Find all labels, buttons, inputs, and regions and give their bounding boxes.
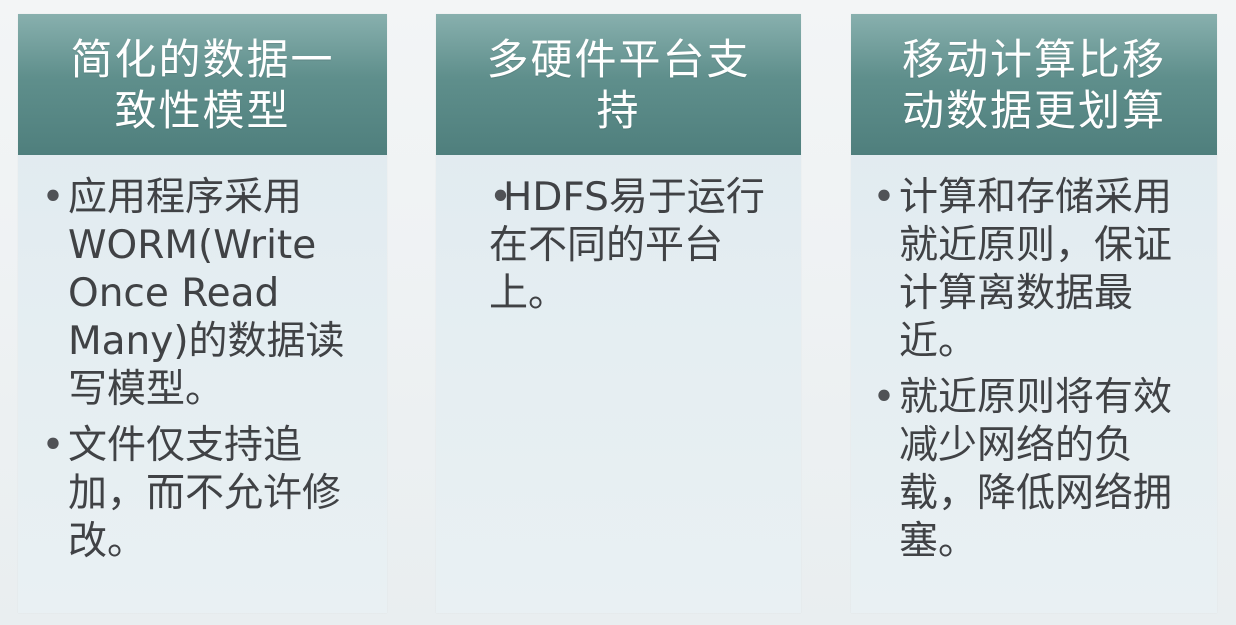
bullet-list: • 应用程序采用WORM(Write Once Read Many)的数据读写模…	[38, 174, 365, 574]
bullet-item: •HDFS易于运行在不同的平台上。	[489, 174, 781, 318]
feature-card-hardware-support: 多硬件平台支持 •HDFS易于运行在不同的平台上。	[436, 14, 801, 613]
card-header: 移动计算比移动数据更划算	[851, 14, 1217, 155]
bullet-item: • 文件仅支持追加，而不允许修改。	[38, 422, 365, 566]
bullet-dot-icon: •	[489, 175, 513, 220]
card-title: 简化的数据一致性模型	[70, 34, 335, 135]
card-title: 移动计算比移动数据更划算	[901, 34, 1166, 135]
bullet-text: 文件仅支持追加，而不允许修改。	[68, 423, 342, 564]
bullet-item: • 计算和存储采用就近原则，保证计算离数据最近。	[869, 174, 1199, 366]
bullet-text: 应用程序采用WORM(Write Once Read Many)的数据读写模型。	[68, 175, 345, 412]
bullet-text: 就近原则将有效减少网络的负载，降低网络拥塞。	[899, 375, 1173, 564]
card-header: 多硬件平台支持	[436, 14, 801, 155]
bullet-dot-icon: •	[872, 375, 896, 420]
bullet-text: 计算和存储采用就近原则，保证计算离数据最近。	[899, 175, 1173, 364]
card-title: 多硬件平台支持	[486, 34, 751, 135]
bullet-item: • 就近原则将有效减少网络的负载，降低网络拥塞。	[869, 374, 1199, 566]
bullet-item: • 应用程序采用WORM(Write Once Read Many)的数据读写模…	[38, 174, 365, 414]
bullet-dot-icon: •	[41, 175, 65, 220]
bullet-dot-icon: •	[872, 175, 896, 220]
bullet-dot-icon: •	[41, 423, 65, 468]
bullet-text: HDFS易于运行在不同的平台上。	[489, 175, 765, 316]
feature-card-move-computation: 移动计算比移动数据更划算 • 计算和存储采用就近原则，保证计算离数据最近。 • …	[851, 14, 1217, 613]
bullet-list: •HDFS易于运行在不同的平台上。	[489, 174, 781, 326]
bullet-list: • 计算和存储采用就近原则，保证计算离数据最近。 • 就近原则将有效减少网络的负…	[869, 174, 1199, 574]
card-header: 简化的数据一致性模型	[18, 14, 387, 155]
feature-card-data-consistency: 简化的数据一致性模型 • 应用程序采用WORM(Write Once Read …	[18, 14, 387, 613]
